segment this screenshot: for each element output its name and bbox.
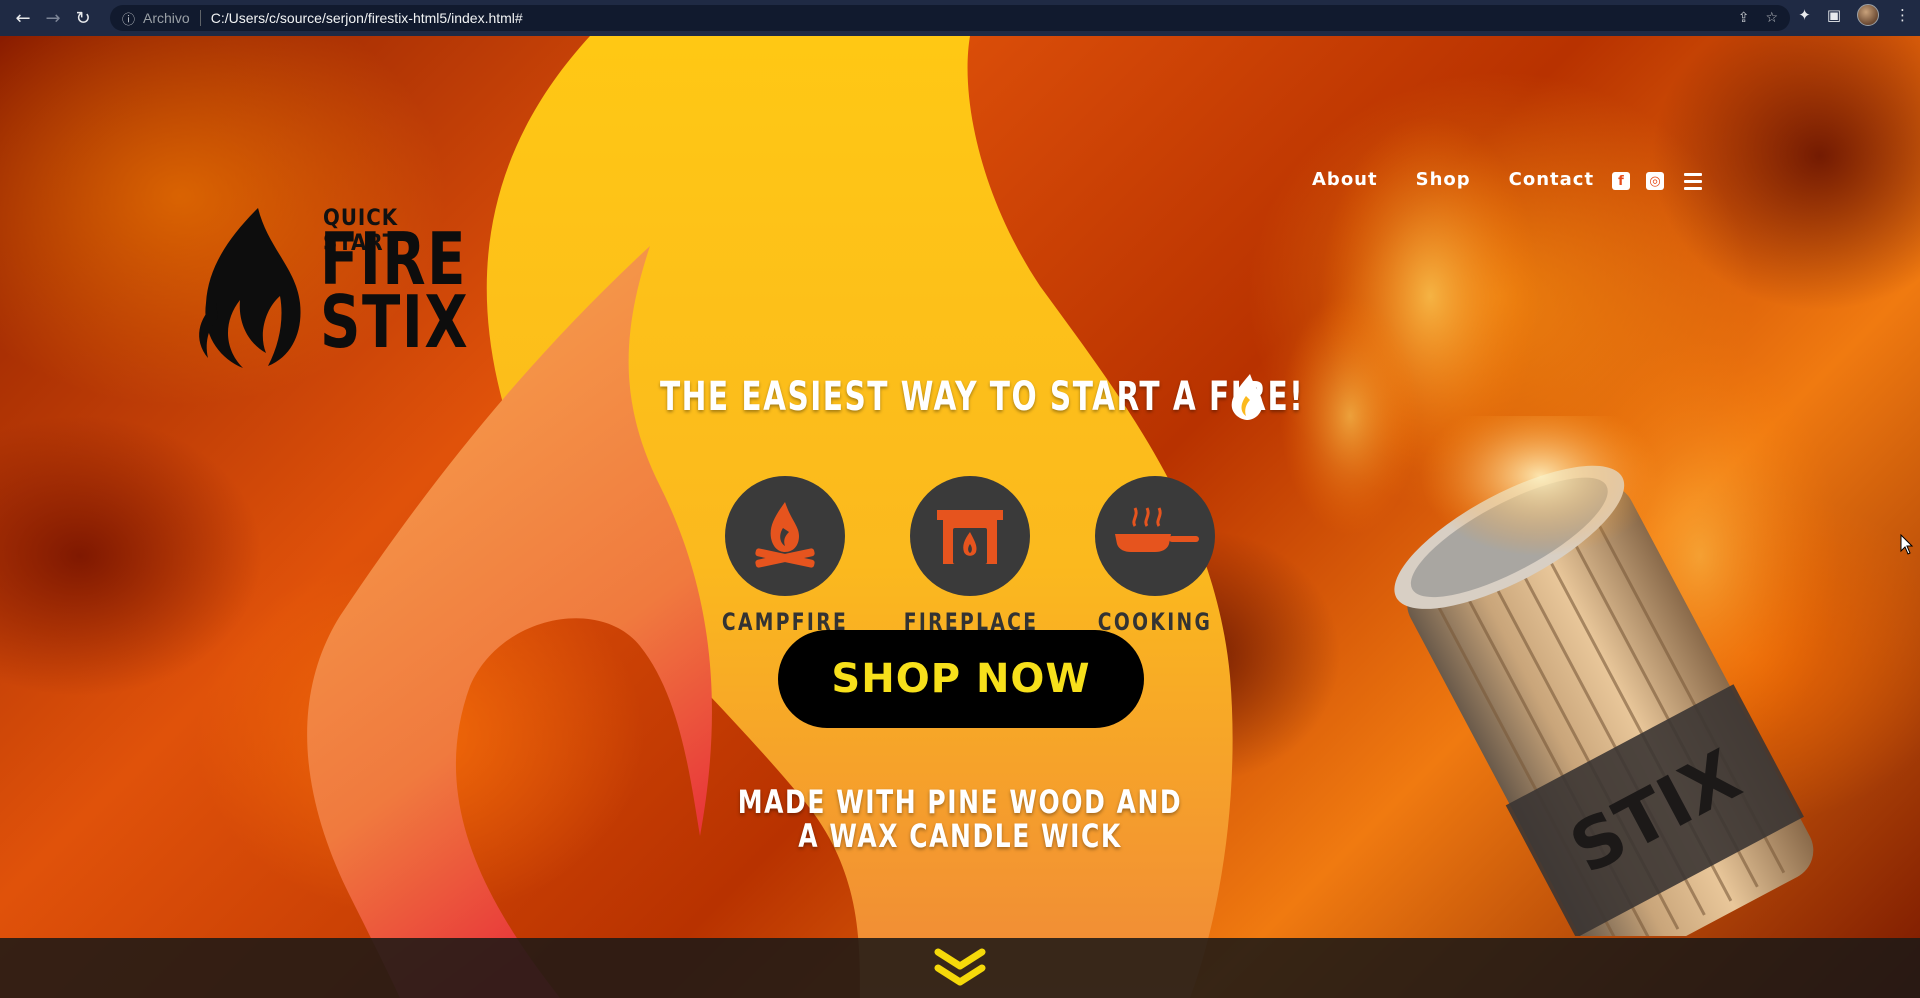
hero-section: QUICK START FIRE STIX About Shop Contact… [0,36,1920,998]
flame-drop-icon [1231,374,1263,420]
mouse-cursor-icon [1900,534,1914,555]
profile-avatar[interactable] [1857,4,1879,26]
reload-button[interactable]: ↻ [68,3,98,33]
hamburger-menu-icon[interactable] [1684,172,1702,190]
site-info-icon[interactable]: ⓘ [122,9,135,28]
scheme-label: Archivo [143,10,201,26]
bookmark-star-icon[interactable]: ☆ [1765,10,1778,26]
instagram-icon[interactable]: ◎ [1646,172,1664,190]
feature-list: CAMPFIRE FIREPLACE COOKING [700,476,1240,646]
tagline-line-2: A WAX CANDLE WICK [798,816,1122,855]
campfire-icon [725,476,845,596]
facebook-icon[interactable]: f [1612,172,1630,190]
url-text[interactable]: C:/Users/c/source/serjon/firestix-html5/… [211,10,523,26]
scroll-down-bar [0,938,1920,998]
cooking-pan-icon [1095,476,1215,596]
nav-shop-link[interactable]: Shop [1416,169,1471,190]
tagline-line-1: MADE WITH PINE WOOD AND [737,783,1183,821]
address-bar[interactable]: ⓘ Archivo C:/Users/c/source/serjon/fires… [110,5,1790,31]
browser-menu-icon[interactable]: ⋮ [1895,6,1910,24]
side-panel-icon[interactable]: ▣ [1827,6,1841,24]
logo-flame-icon [199,208,301,368]
forward-button[interactable]: → [38,3,68,33]
nav-contact-link[interactable]: Contact [1509,169,1594,190]
hero-tagline: MADE WITH PINE WOOD AND A WAX CANDLE WIC… [660,783,1260,855]
main-nav: About Shop Contact [1312,169,1594,190]
hero-headline: THE EASIEST WAY TO START A FIRE! [660,374,1303,420]
nav-about-link[interactable]: About [1312,169,1378,190]
fire-stix-logo[interactable]: QUICK START FIRE STIX [188,168,478,368]
back-button[interactable]: ← [8,3,38,33]
scroll-down-chevron-icon[interactable] [934,948,986,988]
shop-now-button[interactable]: SHOP NOW [778,630,1144,728]
fireplace-icon [910,476,1030,596]
feature-cooking: COOKING [1070,476,1240,636]
extensions-icon[interactable]: ✦ [1798,6,1811,24]
feature-fireplace: FIREPLACE [885,476,1055,636]
browser-toolbar: ← → ↻ ⓘ Archivo C:/Users/c/source/serjon… [0,0,1920,36]
social-links: f ◎ [1612,172,1702,190]
fire-stix-bundle-image: STIX [1394,416,1814,936]
logo-wordmark: FIRE STIX [320,223,470,365]
logo-line-stix: STIX [320,280,470,365]
headline-text: THE EASIEST WAY TO START A FIRE! [660,374,1305,420]
share-icon[interactable]: ⇪ [1738,10,1750,26]
feature-campfire: CAMPFIRE [700,476,870,636]
